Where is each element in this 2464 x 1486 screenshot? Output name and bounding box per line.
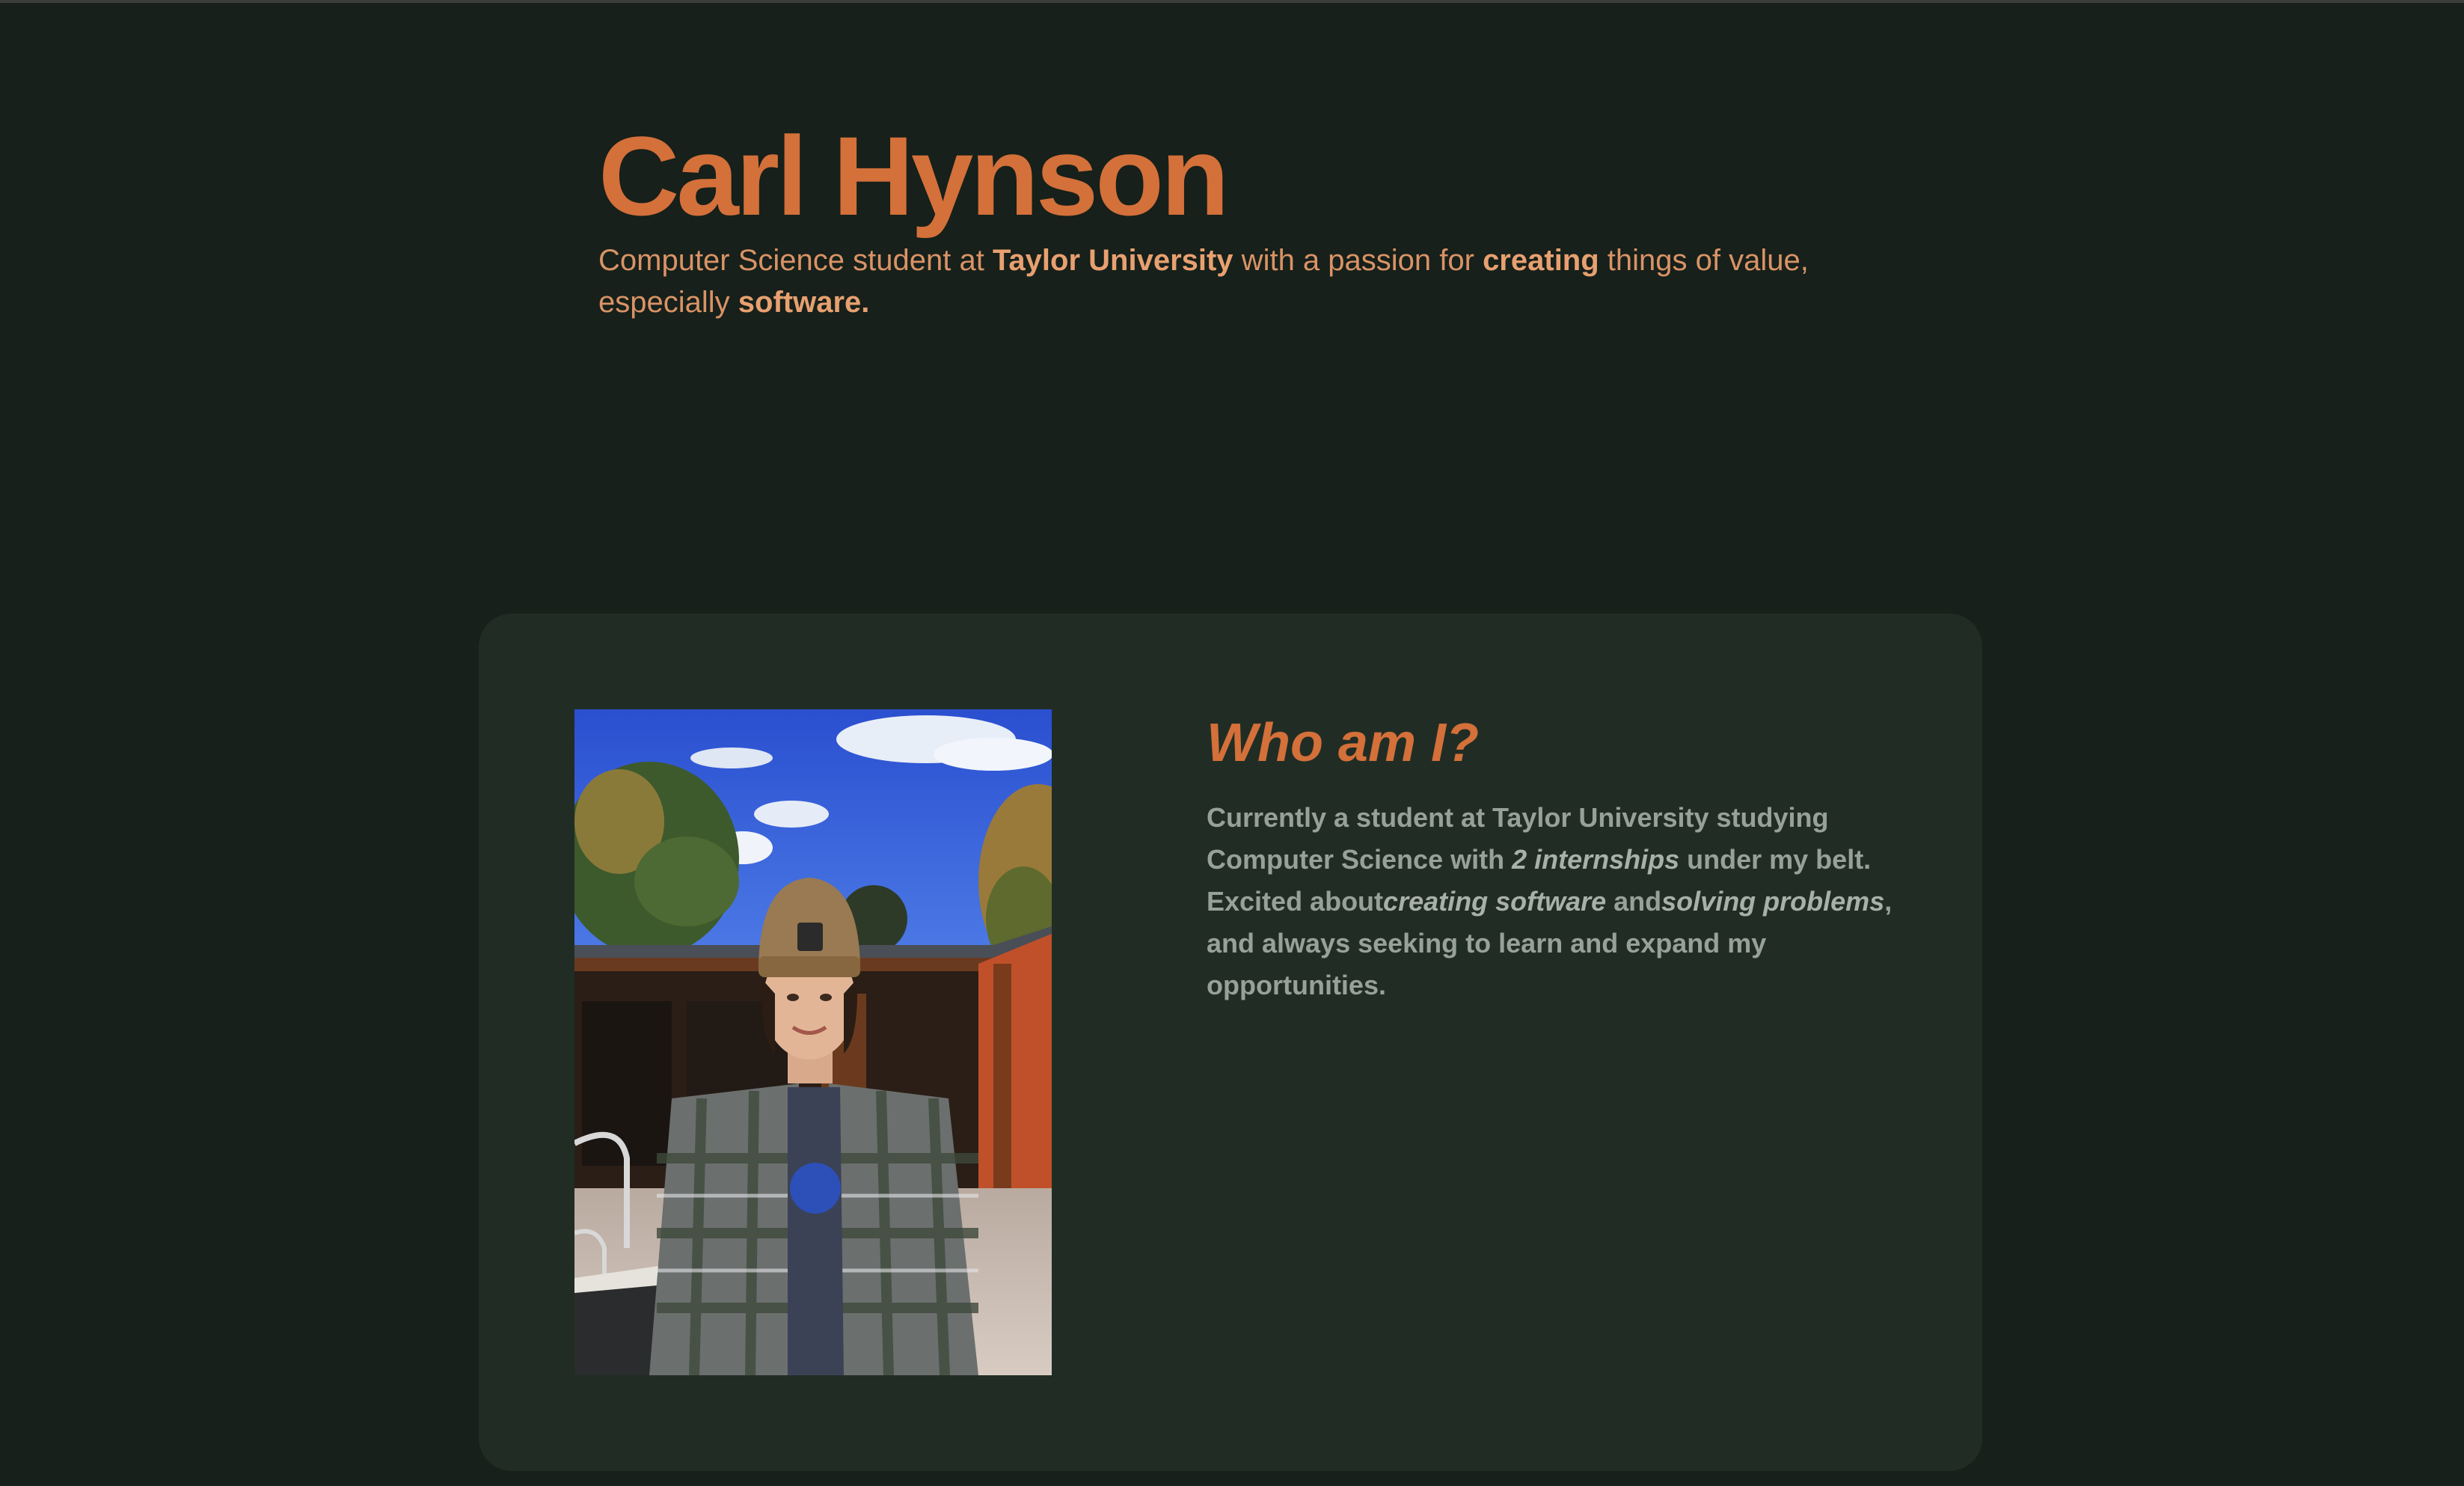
profile-photo — [574, 709, 1052, 1375]
about-heading: Who am I? — [1207, 713, 1479, 773]
about-creating-software: creating software — [1383, 886, 1607, 917]
about-description: Currently a student at Taylor University… — [1207, 797, 1925, 1006]
about-text-block: Who am I? Currently a student at Taylor … — [1207, 707, 1925, 1006]
subtitle-creating: creating — [1483, 244, 1599, 277]
about-text: and — [1606, 886, 1662, 917]
about-solving-problems: solving problems — [1661, 886, 1885, 917]
about-internships: 2 internships — [1512, 844, 1680, 875]
subtitle-text: Computer Science student at — [598, 244, 993, 277]
page-title: Carl Hynson — [598, 113, 1230, 239]
profile-photo-illustration — [574, 709, 1052, 1375]
hero-section: Carl Hynson Computer Science student at … — [598, 112, 1825, 323]
subtitle-software: software. — [738, 286, 870, 319]
about-card: Who am I? Currently a student at Taylor … — [479, 614, 1982, 1471]
hero-subtitle: Computer Science student at Taylor Unive… — [598, 239, 1825, 323]
subtitle-text: with a passion for — [1233, 244, 1483, 277]
subtitle-university: Taylor University — [992, 244, 1233, 277]
window-top-border — [0, 0, 2464, 3]
